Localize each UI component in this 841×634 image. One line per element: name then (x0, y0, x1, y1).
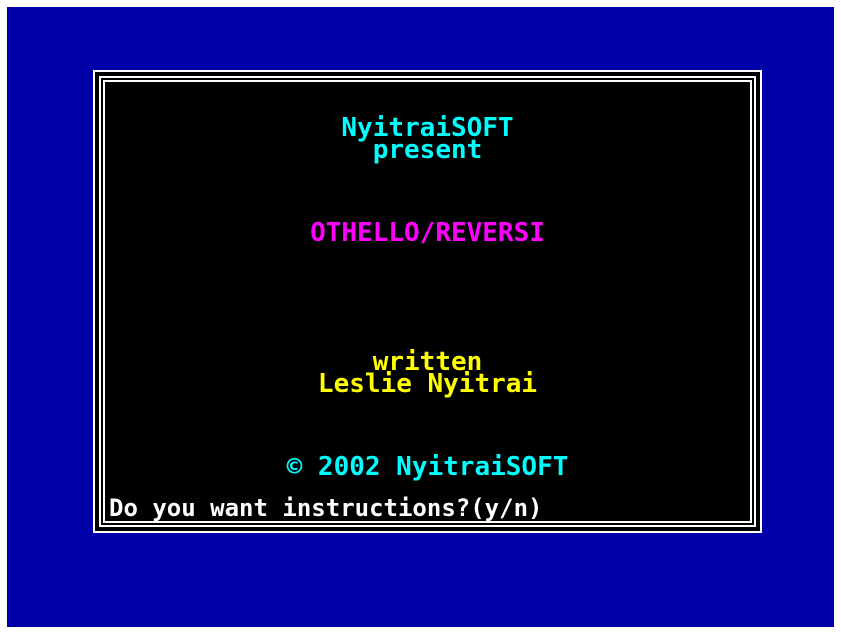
author-name: Leslie Nyitrai (317, 369, 538, 399)
title-frame: NyitraiSOFT present OTHELLO/REVERSI writ… (93, 70, 762, 533)
copyright-text: © 2002 NyitraiSOFT (286, 452, 569, 482)
present-text: present (372, 135, 483, 165)
game-screen: NyitraiSOFT present OTHELLO/REVERSI writ… (7, 7, 834, 627)
instructions-prompt[interactable]: Do you want instructions?(y/n) (109, 496, 749, 520)
game-title: OTHELLO/REVERSI (310, 218, 545, 248)
